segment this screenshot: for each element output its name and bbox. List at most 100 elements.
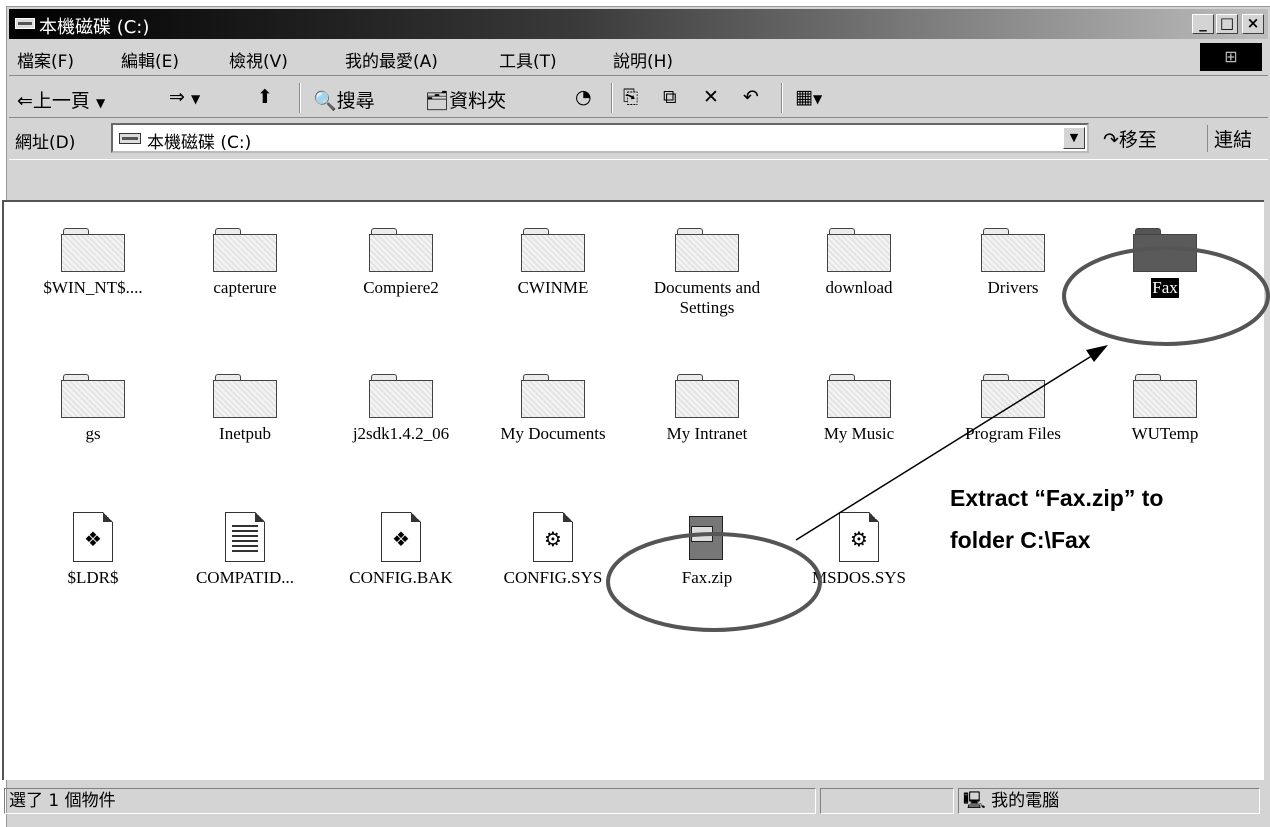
file-item-label: Fax.zip <box>681 568 733 587</box>
go-button[interactable]: ↷移至 <box>1103 125 1157 152</box>
menu-edit[interactable]: 編輯(E) <box>121 47 179 72</box>
file-item[interactable]: My Documents <box>478 374 628 444</box>
file-item-label: WUTemp <box>1131 424 1199 443</box>
file-item[interactable]: capterure <box>170 228 320 298</box>
file-item[interactable]: ❖ $LDR$ <box>18 512 168 588</box>
windows-logo-icon: ⊞ <box>1200 43 1262 71</box>
file-item-label: Compiere2 <box>363 278 439 297</box>
status-bar: 選了 1 個物件 🖳 我的電腦 <box>2 784 1268 818</box>
maximize-button[interactable]: □ <box>1216 14 1238 34</box>
file-item[interactable]: Fax <box>1090 228 1240 298</box>
file-item-label: Fax <box>1151 278 1179 298</box>
up-folder-button[interactable]: ⬆ <box>257 86 273 108</box>
forward-arrow-icon: ⇒ <box>169 86 185 108</box>
file-item[interactable]: Fax.zip <box>632 512 782 588</box>
back-arrow-icon: ⇐ <box>17 90 33 112</box>
folder-icon <box>521 374 585 418</box>
file-item-label: download <box>825 278 893 297</box>
file-item[interactable]: COMPATID... <box>170 512 320 588</box>
history-icon: ◔ <box>575 86 592 108</box>
menu-tools[interactable]: 工具(T) <box>499 47 557 72</box>
folder-icon <box>369 228 433 272</box>
file-item[interactable]: $WIN_NT$.... <box>18 228 168 298</box>
menu-favorites[interactable]: 我的最愛(A) <box>345 47 438 72</box>
file-item[interactable]: ⚙ CONFIG.SYS <box>478 512 628 588</box>
file-item[interactable]: Program Files <box>938 374 1088 444</box>
close-button[interactable]: × <box>1242 14 1264 34</box>
file-item-label: My Intranet <box>666 424 748 443</box>
window-title: 本機磁碟 (C:) <box>39 17 150 38</box>
minimize-button[interactable]: _ <box>1192 14 1214 34</box>
system-settings-file-icon: ⚙ <box>839 512 879 562</box>
file-item[interactable]: ❖ CONFIG.BAK <box>326 512 476 588</box>
folder-icon <box>369 374 433 418</box>
file-item-label: My Documents <box>500 424 606 443</box>
zip-archive-icon <box>685 512 729 562</box>
folders-label: 資料夾 <box>449 90 507 112</box>
chevron-down-icon: ▼ <box>95 96 106 110</box>
folder-icon <box>827 374 891 418</box>
folder-icon <box>61 374 125 418</box>
file-item[interactable]: download <box>784 228 934 298</box>
status-location: 🖳 我的電腦 <box>958 788 1260 814</box>
file-item[interactable]: ⚙ MSDOS.SYS <box>784 512 934 588</box>
folder-icon <box>981 374 1045 418</box>
computer-icon: 🖳 <box>963 791 986 811</box>
menu-help[interactable]: 說明(H) <box>613 47 673 72</box>
address-input[interactable]: 本機磁碟 (C:) ▼ <box>111 123 1089 153</box>
menu-view[interactable]: 檢視(V) <box>229 47 288 72</box>
file-item[interactable]: CWINME <box>478 228 628 298</box>
folder-icon <box>675 228 739 272</box>
file-item[interactable]: Documents and Settings <box>632 228 782 318</box>
undo-icon: ↶ <box>743 86 759 108</box>
file-item[interactable]: Compiere2 <box>326 228 476 298</box>
links-button[interactable]: 連結 <box>1207 125 1252 152</box>
forward-button[interactable]: ⇒ ▼ <box>169 86 200 108</box>
title-bar[interactable]: 本機磁碟 (C:) _ □ × <box>9 9 1268 39</box>
file-item[interactable]: My Music <box>784 374 934 444</box>
system-settings-file-icon: ⚙ <box>533 512 573 562</box>
undo-button[interactable]: ↶ <box>743 86 759 108</box>
file-item-label: My Music <box>823 424 895 443</box>
text-file-icon <box>225 512 265 562</box>
file-item-label: CONFIG.SYS <box>503 568 603 587</box>
address-bar: 網址(D) 本機磁碟 (C:) ▼ ↷移至 連結 <box>9 119 1268 160</box>
move-to-icon: ⎘ <box>623 86 639 108</box>
file-item[interactable]: gs <box>18 374 168 444</box>
file-item[interactable]: My Intranet <box>632 374 782 444</box>
go-arrow-icon: ↷ <box>1103 129 1119 151</box>
file-item[interactable]: Inetpub <box>170 374 320 444</box>
delete-button[interactable]: ✕ <box>703 86 719 108</box>
file-item[interactable]: WUTemp <box>1090 374 1240 444</box>
folder-icon <box>981 228 1045 272</box>
file-item-label: capterure <box>213 278 277 297</box>
file-item-label: COMPATID... <box>195 568 295 587</box>
file-item-label: j2sdk1.4.2_06 <box>352 424 450 443</box>
address-dropdown-button[interactable]: ▼ <box>1063 127 1085 149</box>
menu-file[interactable]: 檔案(F) <box>17 47 74 72</box>
folder-icon <box>1133 228 1197 272</box>
folders-button[interactable]: 🗂資料夾 <box>425 86 506 113</box>
drive-icon <box>119 133 141 144</box>
search-button[interactable]: 🔍搜尋 <box>313 86 375 113</box>
folder-icon <box>61 228 125 272</box>
copy-to-button[interactable]: ⧉ <box>663 86 677 108</box>
move-to-button[interactable]: ⎘ <box>623 86 638 108</box>
search-label: 搜尋 <box>336 90 375 112</box>
back-button[interactable]: ⇐上一頁 ▼ <box>17 86 105 113</box>
file-item[interactable]: j2sdk1.4.2_06 <box>326 374 476 444</box>
toolbar-separator <box>611 83 613 113</box>
file-item-label: CONFIG.BAK <box>349 568 453 587</box>
views-button[interactable]: ▦▼ <box>795 86 822 108</box>
toolbar: ⇐上一頁 ▼ ⇒ ▼ ⬆ 🔍搜尋 🗂資料夾 ◔ ⎘ ⧉ ✕ ↶ ▦▼ <box>9 77 1268 118</box>
history-button[interactable]: ◔ <box>575 86 592 108</box>
system-file-icon: ❖ <box>73 512 113 562</box>
menu-bar: 檔案(F) 編輯(E) 檢視(V) 我的最愛(A) 工具(T) 說明(H) ⊞ <box>9 41 1268 76</box>
file-item-label: $WIN_NT$.... <box>43 278 143 297</box>
search-icon: 🔍 <box>313 90 337 112</box>
file-item-label: MSDOS.SYS <box>811 568 906 587</box>
drive-icon <box>15 18 35 29</box>
up-folder-icon: ⬆ <box>257 86 273 108</box>
file-item[interactable]: Drivers <box>938 228 1088 298</box>
views-icon: ▦ <box>795 86 813 108</box>
